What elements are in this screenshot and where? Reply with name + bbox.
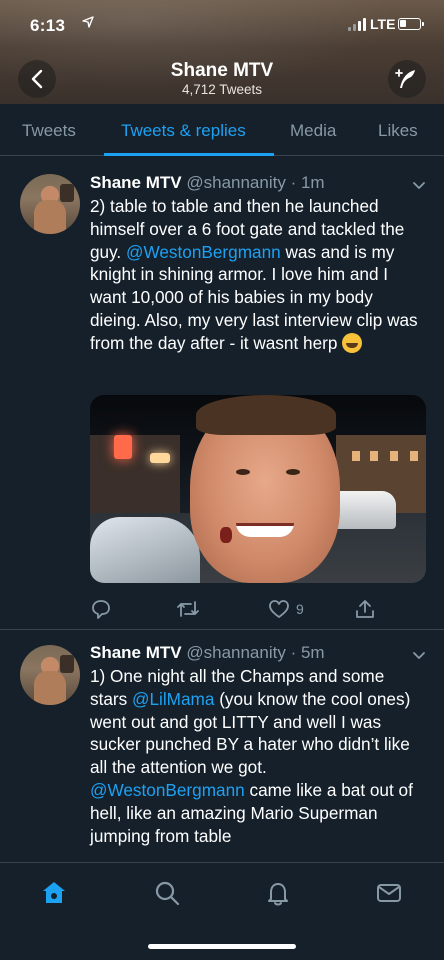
signal-icon bbox=[348, 18, 366, 31]
messages-icon[interactable] bbox=[375, 879, 403, 907]
tweet-photo[interactable] bbox=[90, 395, 426, 583]
active-tab-indicator bbox=[104, 153, 274, 156]
profile-tabs: Tweets Tweets & replies Media Likes bbox=[0, 104, 444, 156]
tab-tweets[interactable]: Tweets bbox=[22, 121, 76, 141]
tweet[interactable]: Shane MTV @shannanity · 1m 2) table to t… bbox=[0, 157, 444, 630]
tweet-text: 2) table to table and then he launched h… bbox=[90, 195, 426, 355]
status-bar: 6:13 LTE bbox=[0, 12, 444, 40]
share-button[interactable] bbox=[354, 597, 376, 621]
compose-button[interactable] bbox=[388, 60, 426, 98]
tweet-time: 5m bbox=[300, 643, 325, 662]
avatar[interactable] bbox=[20, 174, 80, 234]
tweet-actions: 9 bbox=[90, 597, 426, 621]
tweet-header: Shane MTV @shannanity · 5m bbox=[90, 643, 325, 662]
share-icon bbox=[356, 600, 374, 618]
mention-link[interactable]: @WestonBergmann bbox=[126, 242, 281, 262]
status-time: 6:13 bbox=[30, 16, 66, 35]
reply-icon bbox=[92, 600, 110, 619]
tweet-handle: @shannanity bbox=[186, 643, 286, 662]
profile-name: Shane MTV bbox=[170, 60, 274, 81]
like-count: 9 bbox=[296, 601, 304, 617]
tab-likes[interactable]: Likes bbox=[378, 121, 418, 141]
retweet-button[interactable] bbox=[176, 597, 200, 621]
like-icon bbox=[269, 600, 289, 618]
profile-header: 6:13 LTE Shane MTV 4,712 Tweets bbox=[0, 0, 444, 104]
retweet-icon bbox=[177, 601, 199, 617]
tweet[interactable]: Shane MTV @shannanity · 5m 1) One night … bbox=[0, 631, 444, 862]
search-icon[interactable] bbox=[153, 879, 181, 907]
mention-link[interactable]: @LilMama bbox=[132, 689, 214, 709]
compose-icon bbox=[395, 69, 415, 88]
tab-tweets-and-replies[interactable]: Tweets & replies bbox=[121, 121, 246, 141]
laughing-emoji-icon bbox=[342, 332, 363, 353]
tweet-author-name: Shane MTV bbox=[90, 173, 182, 192]
battery-icon bbox=[398, 18, 424, 30]
like-button[interactable]: 9 bbox=[268, 597, 304, 621]
tweet-time: 1m bbox=[300, 173, 325, 192]
chevron-down-icon[interactable] bbox=[412, 179, 426, 193]
tweet-count: 4,712 Tweets bbox=[181, 82, 263, 97]
tweet-text: 1) One night all the Champs and some sta… bbox=[90, 665, 426, 847]
chevron-down-icon[interactable] bbox=[412, 649, 426, 663]
mention-link[interactable]: @WestonBergmann bbox=[90, 780, 245, 800]
tweet-author-name: Shane MTV bbox=[90, 643, 182, 662]
tab-media[interactable]: Media bbox=[290, 121, 336, 141]
home-indicator bbox=[148, 944, 296, 949]
network-type: LTE bbox=[370, 16, 396, 32]
reply-button[interactable] bbox=[90, 597, 112, 621]
avatar[interactable] bbox=[20, 645, 80, 705]
home-icon[interactable] bbox=[40, 879, 68, 907]
notifications-icon[interactable] bbox=[264, 879, 292, 907]
tweet-header: Shane MTV @shannanity · 1m bbox=[90, 173, 325, 192]
tweet-handle: @shannanity bbox=[186, 173, 286, 192]
location-arrow-icon bbox=[82, 16, 94, 31]
